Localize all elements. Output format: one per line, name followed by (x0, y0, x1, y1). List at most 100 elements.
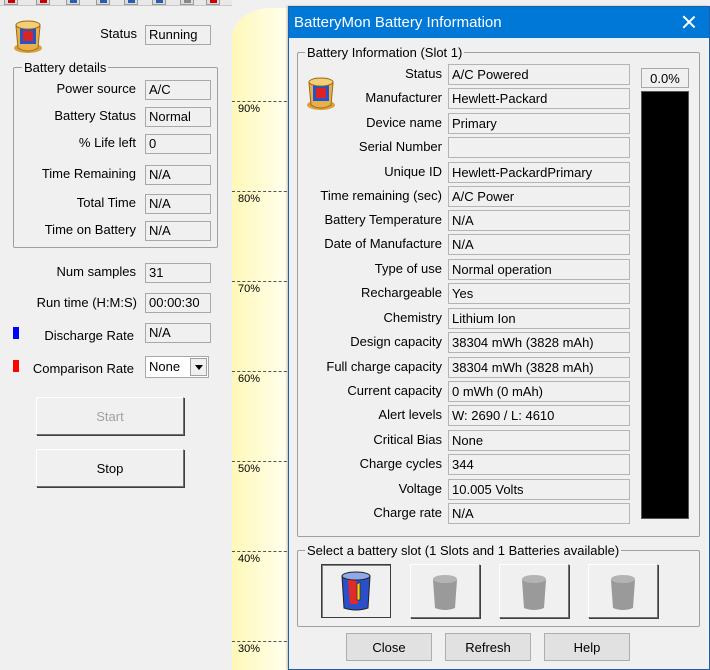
field-label-current-capacity: Current capacity (347, 383, 442, 398)
field-label-manufacturer: Manufacturer (365, 90, 442, 105)
status-label: Status (100, 26, 137, 41)
field-label-charge-cycles: Charge cycles (359, 456, 442, 471)
field-value-chemistry: Lithium Ion (448, 308, 630, 329)
field-label-critical-bias: Critical Bias (373, 432, 442, 447)
toolbar-button[interactable] (206, 0, 220, 5)
field-label-voltage: Voltage (398, 481, 442, 496)
battery-details-title: Battery details (22, 60, 109, 75)
comparison-rate-color-swatch (13, 360, 19, 372)
toolbar-button[interactable] (152, 0, 166, 5)
battery-slot-1-icon (341, 571, 371, 611)
toolbar-button[interactable] (4, 0, 18, 5)
field-value-alert-levels: W: 2690 / L: 4610 (448, 405, 630, 426)
slot-1-button[interactable] (321, 564, 391, 618)
field-value-voltage: 10.005 Volts (448, 479, 630, 500)
stop-button[interactable]: Stop (36, 449, 184, 487)
field-label-rechargeable: Rechargeable (361, 285, 442, 300)
battery-app-icon (14, 20, 42, 53)
toolbar-button[interactable] (96, 0, 110, 5)
status-value: Running (145, 25, 211, 45)
toolbar (0, 0, 232, 6)
field-label-chemistry: Chemistry (383, 310, 442, 325)
field-value-rechargeable: Yes (448, 283, 630, 304)
field-label-date-of-manufacture: Date of Manufacture (324, 236, 442, 251)
gridline-30 (232, 641, 292, 642)
discharge-rate-value: N/A (145, 323, 211, 343)
refresh-button[interactable]: Refresh (445, 633, 531, 661)
battery-status-value: Normal (145, 107, 211, 127)
field-label-charge-rate: Charge rate (373, 505, 442, 520)
slot-4-button[interactable] (588, 564, 658, 618)
field-value-date-of-manufacture: N/A (448, 234, 630, 255)
field-value-unique-id: Hewlett-PackardPrimary (448, 162, 630, 183)
battery-information-title: Battery Information (Slot 1) (305, 45, 465, 60)
comparison-rate-label: Comparison Rate (32, 361, 134, 376)
field-value-status: A/C Powered (448, 64, 630, 85)
run-time-value: 00:00:30 (145, 293, 211, 313)
field-label-time-remaining: Time remaining (sec) (320, 188, 442, 203)
toolbar-button[interactable] (124, 0, 138, 5)
field-label-battery-temperature: Battery Temperature (324, 212, 442, 227)
slot-2-button[interactable] (410, 564, 480, 618)
life-left-label: % Life left (78, 135, 136, 150)
battery-slot-title: Select a battery slot (1 Slots and 1 Bat… (305, 543, 622, 558)
charge-level-bar (641, 91, 689, 519)
close-button[interactable]: Close (346, 633, 432, 661)
percent-label-60: 60% (238, 373, 261, 385)
field-value-charge-rate: N/A (448, 503, 630, 524)
field-label-status: Status (405, 66, 442, 81)
dialog-titlebar[interactable]: BatteryMon Battery Information (289, 7, 709, 38)
power-source-value: A/C (145, 80, 211, 100)
charge-percent: 0.0% (641, 68, 689, 88)
toolbar-button[interactable] (66, 0, 80, 5)
toolbar-button[interactable] (36, 0, 50, 5)
field-value-time-remaining: A/C Power (448, 186, 630, 207)
help-button[interactable]: Help (544, 633, 630, 661)
field-label-device-name: Device name (366, 115, 442, 130)
field-value-manufacturer: Hewlett-Packard (448, 88, 630, 109)
dialog-title: BatteryMon Battery Information (294, 14, 502, 31)
field-value-device-name: Primary (448, 113, 630, 134)
field-value-type-of-use: Normal operation (448, 259, 630, 280)
num-samples-value: 31 (145, 263, 211, 283)
time-on-battery-label: Time on Battery (44, 222, 136, 237)
field-value-serial-number (448, 137, 630, 158)
time-remaining-value: N/A (145, 165, 211, 185)
percent-label-50: 50% (238, 463, 261, 475)
power-source-label: Power source (56, 81, 136, 96)
field-label-full-charge-capacity: Full charge capacity (326, 359, 442, 374)
field-value-current-capacity: 0 mWh (0 mAh) (448, 381, 630, 402)
life-left-value: 0 (145, 134, 211, 154)
chevron-down-icon[interactable] (190, 358, 207, 376)
empty-slot-icon (522, 575, 546, 610)
percent-label-70: 70% (238, 283, 261, 295)
percent-label-40: 40% (238, 553, 261, 565)
percent-label-30: 30% (238, 643, 261, 655)
field-label-type-of-use: Type of use (374, 261, 442, 276)
percent-label-90: 90% (238, 103, 261, 115)
empty-slot-icon (433, 575, 457, 610)
battery-status-label: Battery Status (54, 108, 136, 123)
empty-slot-icon (611, 575, 635, 610)
gridline-60 (232, 371, 292, 372)
gridline-90 (232, 101, 292, 102)
start-button[interactable]: Start (36, 397, 184, 435)
gridline-80 (232, 191, 292, 192)
percent-label-80: 80% (238, 193, 261, 205)
field-value-charge-cycles: 344 (448, 454, 630, 475)
comparison-rate-selected: None (149, 359, 181, 374)
battery-app-icon (307, 77, 335, 110)
field-value-critical-bias: None (448, 430, 630, 451)
field-label-design-capacity: Design capacity (350, 334, 442, 349)
toolbar-button[interactable] (180, 0, 194, 5)
slot-3-button[interactable] (499, 564, 569, 618)
time-on-battery-value: N/A (145, 221, 211, 241)
comparison-rate-select[interactable]: None (145, 356, 209, 378)
field-value-design-capacity: 38304 mWh (3828 mAh) (448, 332, 630, 353)
close-icon[interactable] (679, 12, 699, 32)
num-samples-label: Num samples (56, 264, 136, 279)
discharge-rate-color-swatch (13, 327, 19, 339)
total-time-value: N/A (145, 194, 211, 214)
field-label-alert-levels: Alert levels (378, 407, 442, 422)
discharge-rate-label: Discharge Rate (44, 328, 134, 343)
